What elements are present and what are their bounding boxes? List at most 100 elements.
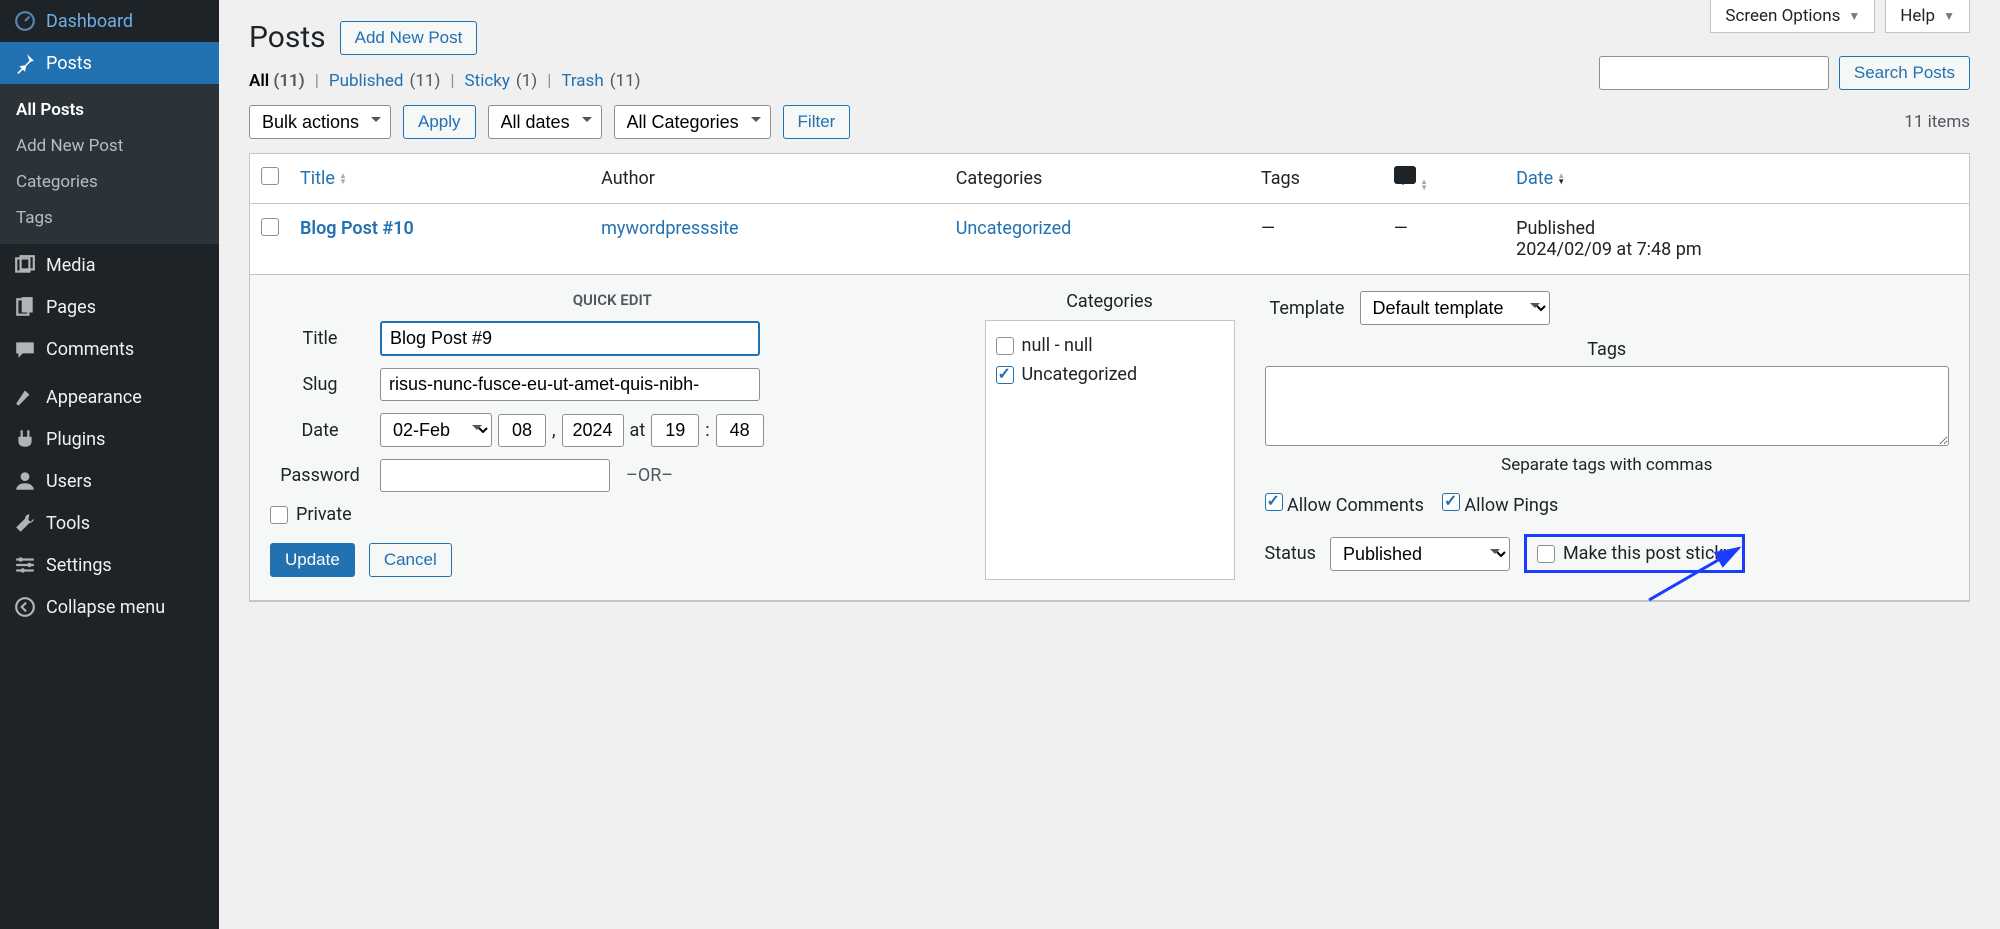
chevron-down-icon: ▼ [1943, 9, 1955, 23]
dashboard-icon [14, 10, 36, 32]
appearance-icon [14, 386, 36, 408]
sidebar-submenu-posts: All Posts Add New Post Categories Tags [0, 84, 219, 244]
sort-icon: ▲▼ [1557, 173, 1565, 185]
submenu-add-new-post[interactable]: Add New Post [0, 128, 219, 164]
quick-edit-row: QUICK EDIT Title Slug Date [250, 275, 1969, 601]
sidebar-item-settings[interactable]: Settings [0, 544, 219, 586]
sidebar-label: Pages [46, 297, 96, 318]
qe-template-label: Template [1265, 298, 1350, 319]
filter-published[interactable]: Published [329, 71, 404, 91]
page-title: Posts [249, 20, 326, 55]
sidebar-item-appearance[interactable]: Appearance [0, 376, 219, 418]
sidebar-item-pages[interactable]: Pages [0, 286, 219, 328]
submenu-categories[interactable]: Categories [0, 164, 219, 200]
sidebar-item-media[interactable]: Media [0, 244, 219, 286]
apply-button[interactable]: Apply [403, 105, 476, 139]
qe-at-label: at [630, 420, 646, 441]
sidebar-item-plugins[interactable]: Plugins [0, 418, 219, 460]
qe-slug-input[interactable] [380, 368, 760, 401]
column-date[interactable]: Date ▲▼ [1516, 168, 1565, 189]
sidebar-label: Comments [46, 339, 134, 360]
comment-icon [1394, 166, 1416, 184]
column-title[interactable]: Title ▲▼ [300, 168, 347, 189]
qe-allow-comments[interactable]: Allow Comments [1265, 493, 1424, 516]
allow-pings-checkbox[interactable] [1442, 493, 1460, 511]
sidebar-item-posts[interactable]: Posts [0, 42, 219, 84]
tools-icon [14, 512, 36, 534]
category-link[interactable]: Uncategorized [956, 218, 1072, 239]
pages-icon [14, 296, 36, 318]
sidebar-item-collapse[interactable]: Collapse menu [0, 586, 219, 628]
sidebar-label: Posts [46, 53, 92, 74]
date-cell: Published 2024/02/09 at 7:48 pm [1506, 204, 1969, 275]
sidebar-item-tools[interactable]: Tools [0, 502, 219, 544]
select-all-checkbox[interactable] [261, 167, 279, 185]
qe-or-label: –OR– [620, 465, 673, 486]
search-box: Search Posts [1599, 56, 1970, 90]
submenu-tags[interactable]: Tags [0, 200, 219, 236]
qe-hour-input[interactable] [651, 414, 699, 447]
add-new-post-button[interactable]: Add New Post [340, 21, 478, 55]
allow-comments-checkbox[interactable] [1265, 493, 1283, 511]
qe-year-input[interactable] [562, 414, 624, 447]
submenu-all-posts[interactable]: All Posts [0, 92, 219, 128]
qe-tags-hint: Separate tags with commas [1265, 455, 1950, 475]
qe-title-input[interactable] [380, 321, 760, 356]
row-checkbox[interactable] [261, 218, 279, 236]
sidebar-label: Collapse menu [46, 597, 165, 618]
sidebar-item-dashboard[interactable]: Dashboard [0, 0, 219, 42]
column-categories: Categories [946, 154, 1251, 204]
category-filter-select[interactable]: All Categories [614, 105, 771, 139]
column-author: Author [591, 154, 946, 204]
screen-options-tab[interactable]: Screen Options ▼ [1710, 0, 1875, 33]
filter-sticky[interactable]: Sticky [465, 71, 510, 91]
status-filters: All (11) | Published (11) | Sticky (1) |… [249, 71, 641, 91]
qe-minute-input[interactable] [716, 414, 764, 447]
qe-date-label: Date [270, 420, 370, 441]
author-link[interactable]: mywordpresssite [601, 218, 738, 239]
qe-tags-label: Tags [1265, 339, 1950, 360]
qe-cat-checkbox[interactable] [996, 366, 1014, 384]
qe-private-checkbox[interactable] [270, 506, 288, 524]
qe-sticky-checkbox[interactable] [1537, 545, 1555, 563]
chevron-down-icon: ▼ [1848, 9, 1860, 23]
sidebar-item-users[interactable]: Users [0, 460, 219, 502]
qe-password-input[interactable] [380, 459, 610, 492]
qe-cat-checkbox[interactable] [996, 337, 1014, 355]
qe-status-select[interactable]: Published [1330, 537, 1510, 571]
post-title-link[interactable]: Blog Post #10 [300, 218, 414, 239]
cancel-button[interactable]: Cancel [369, 543, 452, 577]
filter-all[interactable]: All (11) [249, 71, 305, 91]
qe-day-input[interactable] [498, 414, 546, 447]
qe-allow-pings[interactable]: Allow Pings [1442, 493, 1558, 516]
filter-button[interactable]: Filter [783, 105, 851, 139]
tags-cell: — [1251, 204, 1384, 275]
sort-icon: ▲▼ [1420, 179, 1428, 191]
qe-category-option[interactable]: null - null [996, 331, 1224, 360]
sidebar-item-comments[interactable]: Comments [0, 328, 219, 370]
qe-sticky-highlight: Make this post sticky [1524, 534, 1745, 573]
items-count: 11 items [1904, 112, 1970, 132]
filter-trash[interactable]: Trash [561, 71, 603, 91]
sidebar-label: Dashboard [46, 11, 133, 32]
quick-edit-legend: QUICK EDIT [270, 291, 955, 309]
table-row: Blog Post #10 mywordpresssite Uncategori… [250, 204, 1969, 275]
sidebar-label: Tools [46, 513, 90, 534]
date-filter-select[interactable]: All dates [488, 105, 602, 139]
qe-template-select[interactable]: Default template [1360, 291, 1550, 325]
qe-sticky-label: Make this post sticky [1563, 543, 1732, 564]
collapse-icon [14, 596, 36, 618]
qe-title-label: Title [270, 328, 370, 349]
search-posts-button[interactable]: Search Posts [1839, 56, 1970, 90]
search-input[interactable] [1599, 56, 1829, 90]
qe-month-select[interactable]: 02-Feb [380, 413, 492, 447]
qe-category-option[interactable]: Uncategorized [996, 360, 1224, 389]
bulk-actions-select[interactable]: Bulk actions [249, 105, 391, 139]
qe-tags-textarea[interactable] [1265, 366, 1950, 446]
help-tab[interactable]: Help ▼ [1885, 0, 1970, 33]
sidebar-label: Appearance [46, 387, 142, 408]
column-comments[interactable]: ▲▼ [1384, 154, 1506, 204]
update-button[interactable]: Update [270, 543, 355, 577]
qe-categories-box: null - null Uncategorized [985, 320, 1235, 580]
qe-categories-label: Categories [985, 291, 1235, 312]
